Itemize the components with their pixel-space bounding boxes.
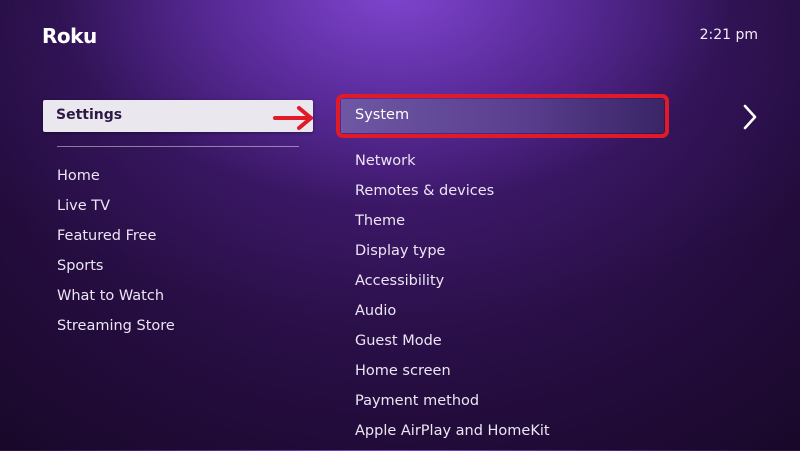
left-menu-item-sports[interactable]: Sports xyxy=(57,256,175,286)
settings-item-guest-mode[interactable]: Guest Mode xyxy=(355,331,550,361)
right-arrow-icon xyxy=(273,106,313,130)
left-menu-item-what-to-watch[interactable]: What to Watch xyxy=(57,286,175,316)
settings-menu: Network Remotes & devices Theme Display … xyxy=(355,151,550,451)
settings-item-display-type[interactable]: Display type xyxy=(355,241,550,271)
left-menu-item-live-tv[interactable]: Live TV xyxy=(57,196,175,226)
roku-logo: Roku xyxy=(42,24,97,48)
settings-item-theme[interactable]: Theme xyxy=(355,211,550,241)
settings-item-audio[interactable]: Audio xyxy=(355,301,550,331)
settings-item-network[interactable]: Network xyxy=(355,151,550,181)
left-menu-divider xyxy=(57,146,299,147)
settings-item-payment-method[interactable]: Payment method xyxy=(355,391,550,421)
chevron-right-icon[interactable] xyxy=(742,104,758,130)
left-menu-item-featured-free[interactable]: Featured Free xyxy=(57,226,175,256)
system-label: System xyxy=(355,107,410,123)
settings-item-apple-airplay-homekit[interactable]: Apple AirPlay and HomeKit xyxy=(355,421,550,451)
settings-item-accessibility[interactable]: Accessibility xyxy=(355,271,550,301)
settings-item-remotes-devices[interactable]: Remotes & devices xyxy=(355,181,550,211)
settings-label: Settings xyxy=(56,107,123,123)
left-menu-item-home[interactable]: Home xyxy=(57,166,175,196)
settings-item-home-screen[interactable]: Home screen xyxy=(355,361,550,391)
left-menu: Home Live TV Featured Free Sports What t… xyxy=(57,166,175,346)
clock: 2:21 pm xyxy=(699,27,758,43)
left-menu-item-streaming-store[interactable]: Streaming Store xyxy=(57,316,175,346)
